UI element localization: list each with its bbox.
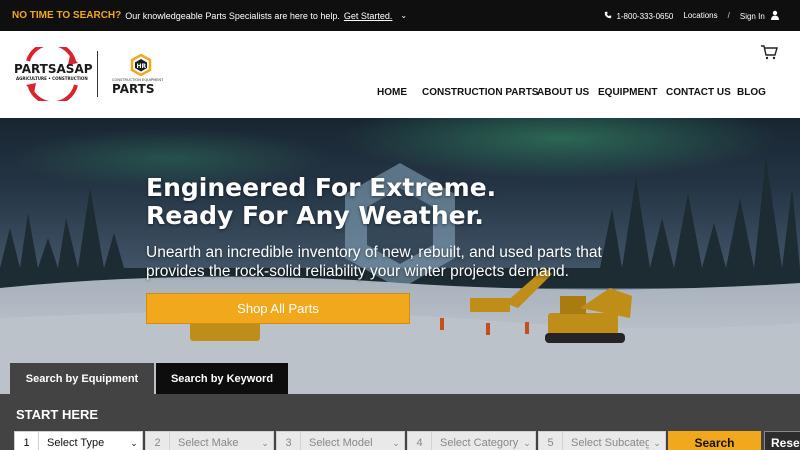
- dropdown-label: Select Category: [440, 437, 519, 449]
- chevron-down-icon: ⌄: [261, 437, 269, 448]
- chevron-down-icon: ⌄: [392, 437, 400, 448]
- logo-divider: [97, 51, 98, 97]
- select-subcategory-dropdown[interactable]: 5 Select Subcategory ⌄: [538, 431, 666, 450]
- start-here-heading: START HERE: [16, 407, 99, 422]
- cart-icon[interactable]: [760, 44, 778, 60]
- nav-contact-us[interactable]: CONTACT US: [666, 87, 731, 98]
- promo-banner: NO TIME TO SEARCH? Our knowledgeable Par…: [12, 10, 407, 21]
- separator: /: [727, 11, 730, 20]
- get-started-link[interactable]: Get Started.: [344, 11, 393, 21]
- dropdown-label: Select Type: [47, 437, 105, 449]
- tab-search-by-equipment[interactable]: Search by Equipment: [10, 363, 154, 394]
- phone-link[interactable]: 1-800-333-0650: [604, 11, 673, 21]
- sign-in-label: Sign In: [739, 12, 765, 21]
- select-category-dropdown[interactable]: 4 Select Category ⌄: [407, 431, 536, 450]
- parts-asap-wordmark: PARTSASAP: [14, 62, 92, 76]
- hr-parts-wordmark: PARTS: [112, 82, 155, 95]
- nav-equipment[interactable]: EQUIPMENT: [598, 87, 657, 98]
- search-button[interactable]: Search: [668, 431, 761, 450]
- step-number: 3: [277, 432, 301, 450]
- sign-in-link[interactable]: Sign In: [740, 10, 780, 21]
- tab-search-by-keyword[interactable]: Search by Keyword: [156, 363, 288, 394]
- chevron-down-icon[interactable]: ⌄: [400, 11, 407, 20]
- promo-heading: NO TIME TO SEARCH?: [12, 10, 122, 21]
- site-header: PARTSASAP AGRICULTURE • CONSTRUCTION HR …: [0, 31, 800, 118]
- chevron-down-icon: ⌄: [523, 437, 531, 448]
- locations-link[interactable]: Locations: [683, 11, 717, 20]
- step-number: 4: [408, 432, 432, 450]
- step-number: 5: [539, 432, 563, 450]
- nav-blog[interactable]: BLOG: [737, 87, 766, 98]
- nav-about-us[interactable]: ABOUT US: [537, 87, 589, 98]
- chevron-down-icon: ⌄: [130, 437, 138, 448]
- top-bar: NO TIME TO SEARCH? Our knowledgeable Par…: [0, 0, 800, 31]
- step-number: 1: [15, 432, 39, 450]
- select-type-dropdown[interactable]: 1 Select Type ⌄: [14, 431, 143, 450]
- phone-icon: [605, 11, 612, 18]
- svg-text:HR: HR: [137, 63, 147, 70]
- nav-home[interactable]: HOME: [377, 87, 407, 98]
- hero-banner: Engineered For Extreme. Ready For Any We…: [0, 118, 800, 394]
- reset-button[interactable]: Reset: [764, 431, 800, 450]
- dropdown-label: Select Make: [178, 437, 239, 449]
- step-number: 2: [146, 432, 170, 450]
- hero-title-line-2: Ready For Any Weather.: [146, 201, 484, 230]
- hero-title-line-1: Engineered For Extreme.: [146, 173, 497, 202]
- hero-subtitle-line-2: provides the rock-solid reliability your…: [146, 263, 569, 280]
- utility-links: 1-800-333-0650 Locations / Sign In: [604, 0, 780, 31]
- parts-asap-logo[interactable]: PARTSASAP AGRICULTURE • CONSTRUCTION: [12, 47, 92, 101]
- hr-parts-logo[interactable]: HR CONSTRUCTION EQUIPMENT PARTS: [110, 53, 172, 95]
- chevron-down-icon: ⌄: [653, 437, 661, 448]
- select-make-dropdown[interactable]: 2 Select Make ⌄: [145, 431, 274, 450]
- promo-text: Our knowledgeable Parts Specialists are …: [125, 10, 340, 21]
- phone-number: 1-800-333-0650: [616, 11, 674, 21]
- hero-subtitle-line-1: Unearth an incredible inventory of new, …: [146, 244, 602, 261]
- dropdown-label: Select Model: [309, 437, 373, 449]
- hero-subtitle: Unearth an incredible inventory of new, …: [146, 243, 626, 281]
- nav-construction-parts[interactable]: CONSTRUCTION PARTS: [422, 87, 538, 98]
- user-icon: [771, 10, 779, 20]
- parts-asap-tagline: AGRICULTURE • CONSTRUCTION: [16, 76, 88, 81]
- hero-title: Engineered For Extreme. Ready For Any We…: [146, 174, 496, 230]
- dropdown-label: Select Subcategory: [571, 437, 649, 449]
- shop-all-parts-button[interactable]: Shop All Parts: [146, 293, 410, 324]
- select-model-dropdown[interactable]: 3 Select Model ⌄: [276, 431, 405, 450]
